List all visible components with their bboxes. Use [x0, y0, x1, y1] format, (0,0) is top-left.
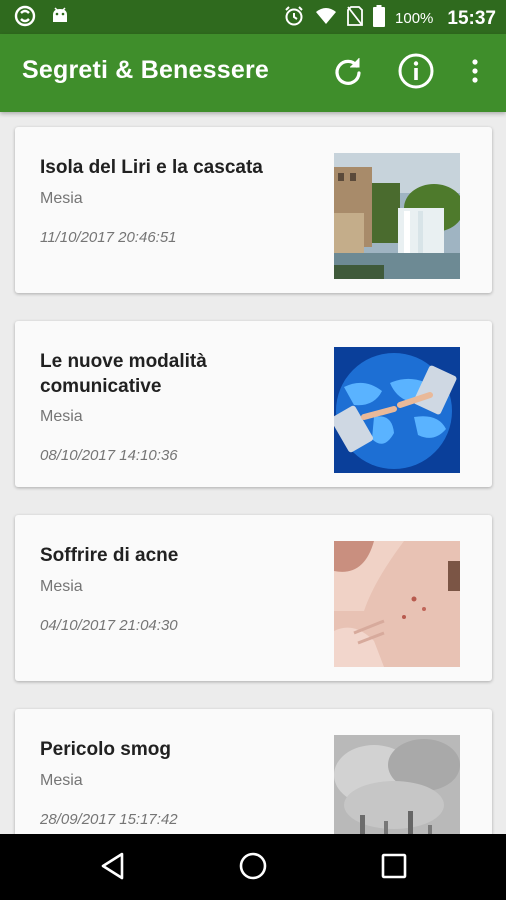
recents-button[interactable]	[377, 851, 411, 885]
back-button[interactable]	[96, 851, 130, 885]
recents-icon	[381, 853, 407, 884]
battery-icon	[373, 5, 386, 32]
app-bar: Segreti & Benessere	[0, 34, 506, 112]
back-icon	[100, 852, 126, 885]
android-icon	[50, 6, 70, 31]
article-date: 04/10/2017 21:04:30	[40, 617, 178, 634]
clock: 15:37	[447, 7, 496, 29]
app-title: Segreti & Benessere	[22, 56, 269, 84]
article-card[interactable]: Soffrire di acne Mesia 04/10/2017 21:04:…	[15, 515, 492, 681]
article-author: Mesia	[40, 772, 83, 789]
wifi-icon	[315, 7, 337, 30]
info-button[interactable]	[396, 53, 436, 93]
article-title: Le nuove modalità comunicative	[40, 351, 207, 397]
alarm-icon	[283, 5, 305, 32]
article-card[interactable]: Le nuove modalità comunicative Mesia 08/…	[15, 321, 492, 487]
article-list[interactable]: Isola del Liri e la cascata Mesia 11/10/…	[0, 112, 506, 834]
info-icon	[397, 52, 435, 95]
navigation-bar	[0, 834, 506, 900]
article-author: Mesia	[40, 408, 83, 425]
article-date: 08/10/2017 14:10:36	[40, 447, 178, 464]
battery-percent: 100%	[395, 10, 434, 27]
refresh-icon	[331, 54, 365, 93]
status-bar: 100% 15:37	[0, 0, 506, 34]
waterfall-town-image	[334, 153, 460, 279]
home-icon	[238, 851, 268, 886]
article-author: Mesia	[40, 578, 83, 595]
skin-acne-image	[334, 541, 460, 667]
article-date: 11/10/2017 20:46:51	[40, 229, 177, 246]
overflow-menu-icon	[471, 58, 479, 89]
article-card[interactable]: Pericolo smog Mesia 28/09/2017 15:17:42	[15, 709, 492, 834]
app-sync-icon	[14, 5, 36, 32]
refresh-button[interactable]	[328, 53, 368, 93]
article-date: 28/09/2017 15:17:42	[40, 811, 178, 828]
no-sim-icon	[347, 6, 363, 31]
article-title: Pericolo smog	[40, 739, 171, 760]
phones-world-map-image	[334, 347, 460, 473]
home-button[interactable]	[236, 851, 270, 885]
article-title: Soffrire di acne	[40, 545, 179, 566]
smokestacks-image	[334, 735, 460, 834]
overflow-menu-button[interactable]	[455, 53, 495, 93]
article-title: Isola del Liri e la cascata	[40, 157, 263, 178]
article-card[interactable]: Isola del Liri e la cascata Mesia 11/10/…	[15, 127, 492, 293]
article-author: Mesia	[40, 190, 83, 207]
